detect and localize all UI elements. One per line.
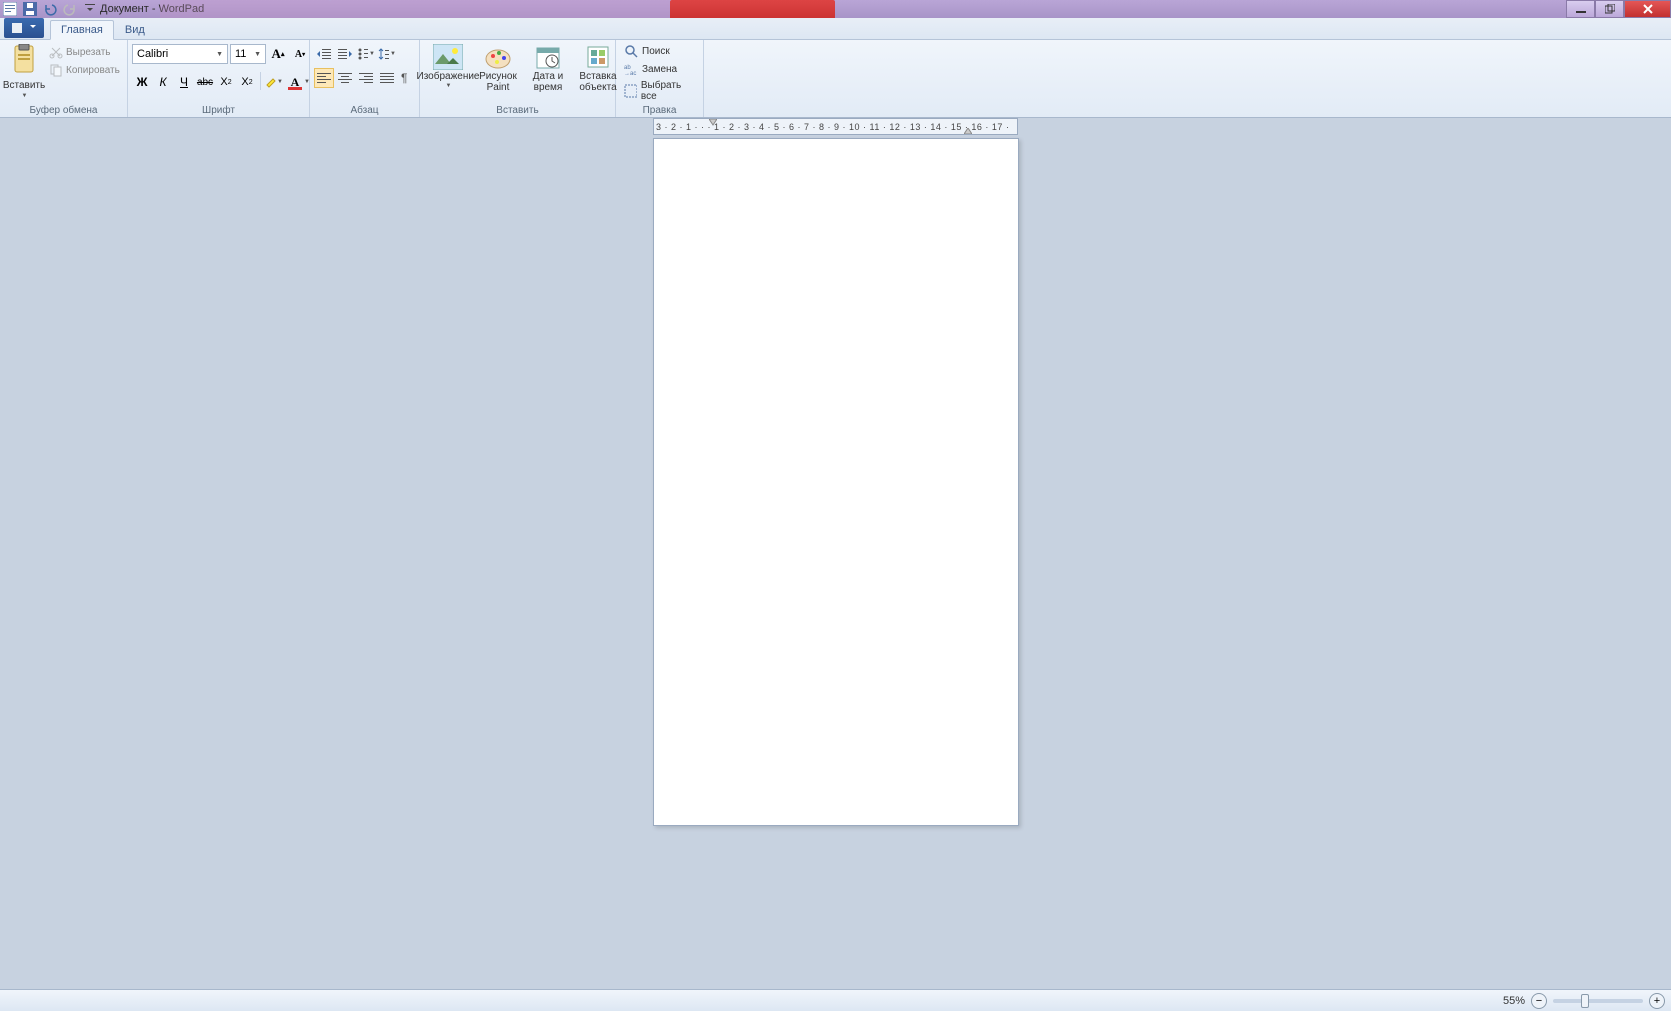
- app-icon: [2, 1, 18, 17]
- document-workspace[interactable]: [0, 136, 1671, 989]
- align-left-button[interactable]: [314, 68, 334, 88]
- paragraph-settings-button[interactable]: ¶: [398, 68, 418, 88]
- copy-button[interactable]: Копировать: [46, 62, 123, 78]
- chevron-down-icon: ▼: [254, 51, 261, 58]
- tab-home[interactable]: Главная: [50, 20, 114, 40]
- titlebar: Документ - WordPad: [0, 0, 1671, 18]
- group-label-font: Шрифт: [128, 105, 309, 116]
- insert-image-button[interactable]: Изображение ▼: [424, 42, 472, 104]
- insert-datetime-button[interactable]: Дата и время: [524, 42, 572, 104]
- superscript-button[interactable]: X2: [237, 72, 257, 92]
- qat-customize-icon[interactable]: [82, 1, 98, 17]
- group-label-paragraph: Абзац: [310, 105, 419, 116]
- document-page[interactable]: [653, 138, 1019, 826]
- ribbon-tabs: Главная Вид: [0, 18, 1671, 40]
- shrink-font-button[interactable]: A▾: [290, 44, 310, 64]
- font-color-button[interactable]: A▼: [285, 72, 305, 92]
- insert-object-button[interactable]: Вставка объекта: [574, 42, 622, 104]
- italic-button[interactable]: К: [153, 72, 173, 92]
- chevron-down-icon: ▼: [446, 83, 452, 89]
- minimize-button[interactable]: [1566, 0, 1595, 18]
- group-label-edit: Правка: [616, 105, 703, 116]
- search-icon: [624, 44, 638, 58]
- group-label-clipboard: Буфер обмена: [0, 105, 127, 116]
- zoom-in-button[interactable]: +: [1649, 993, 1665, 1009]
- zoom-slider[interactable]: [1553, 999, 1643, 1003]
- zoom-slider-thumb[interactable]: [1581, 994, 1589, 1008]
- horizontal-ruler[interactable]: 3 · 2 · 1 · · · 1 · 2 · 3 · 4 · 5 · 6 · …: [653, 118, 1018, 135]
- close-button[interactable]: [1624, 0, 1671, 18]
- copy-icon: [49, 63, 63, 77]
- align-justify-button[interactable]: [377, 68, 397, 88]
- background-tabs: [160, 0, 835, 18]
- zoom-percentage: 55%: [1503, 995, 1525, 1007]
- zoom-out-button[interactable]: −: [1531, 993, 1547, 1009]
- group-insert: Изображение ▼ Рисунок Paint Дата и время…: [420, 40, 616, 117]
- group-edit: Поиск ab→ac Замена Выбрать все Правка: [616, 40, 704, 117]
- ruler-container: 3 · 2 · 1 · · · 1 · 2 · 3 · 4 · 5 · 6 · …: [0, 118, 1671, 136]
- quick-access-toolbar: [2, 1, 98, 17]
- indent-marker-icon[interactable]: [709, 119, 717, 127]
- bullet-list-button[interactable]: ▼: [356, 44, 376, 64]
- window-controls: [1566, 0, 1671, 18]
- group-label-insert: Вставить: [420, 105, 615, 116]
- redo-icon[interactable]: [62, 1, 78, 17]
- replace-icon: ab→ac: [624, 62, 638, 76]
- chevron-down-icon: ▼: [216, 51, 223, 58]
- separator: [260, 72, 261, 90]
- grow-font-button[interactable]: A▴: [268, 44, 288, 64]
- highlight-button[interactable]: ▼: [264, 72, 284, 92]
- paste-button[interactable]: Вставить ▼: [4, 42, 44, 104]
- replace-button[interactable]: ab→ac Замена: [620, 60, 681, 78]
- strikethrough-button[interactable]: abc: [195, 72, 215, 92]
- ribbon: Вставить ▼ Вырезать Копировать Буфер обм…: [0, 40, 1671, 118]
- bold-button[interactable]: Ж: [132, 72, 152, 92]
- font-family-combo[interactable]: Calibri▼: [132, 44, 228, 64]
- subscript-button[interactable]: X2: [216, 72, 236, 92]
- file-menu-button[interactable]: [4, 18, 44, 38]
- insert-paint-button[interactable]: Рисунок Paint: [474, 42, 522, 104]
- maximize-button[interactable]: [1595, 0, 1624, 18]
- decrease-indent-button[interactable]: [314, 44, 334, 64]
- cut-button[interactable]: Вырезать: [46, 44, 123, 60]
- right-indent-marker-icon[interactable]: [964, 128, 972, 135]
- increase-indent-button[interactable]: [335, 44, 355, 64]
- svg-text:→ac: →ac: [624, 71, 636, 76]
- group-paragraph: ▼ ▼ ¶ Абзац: [310, 40, 420, 117]
- svg-text:¶: ¶: [401, 71, 407, 85]
- line-spacing-button[interactable]: ▼: [377, 44, 397, 64]
- scissors-icon: [49, 45, 63, 59]
- paste-label: Вставить: [3, 80, 45, 91]
- align-center-button[interactable]: [335, 68, 355, 88]
- chevron-down-icon: ▼: [22, 93, 28, 99]
- save-icon[interactable]: [22, 1, 38, 17]
- select-all-button[interactable]: Выбрать все: [620, 78, 699, 104]
- undo-icon[interactable]: [42, 1, 58, 17]
- group-font: Calibri▼ 11▼ A▴ A▾ Ж К Ч abc X2 X2 ▼ A▼: [128, 40, 310, 117]
- select-all-icon: [624, 84, 637, 98]
- underline-button[interactable]: Ч: [174, 72, 194, 92]
- find-button[interactable]: Поиск: [620, 42, 674, 60]
- font-size-combo[interactable]: 11▼: [230, 44, 266, 64]
- tab-view[interactable]: Вид: [114, 20, 156, 39]
- statusbar: 55% − +: [0, 989, 1671, 1011]
- align-right-button[interactable]: [356, 68, 376, 88]
- group-clipboard: Вставить ▼ Вырезать Копировать Буфер обм…: [0, 40, 128, 117]
